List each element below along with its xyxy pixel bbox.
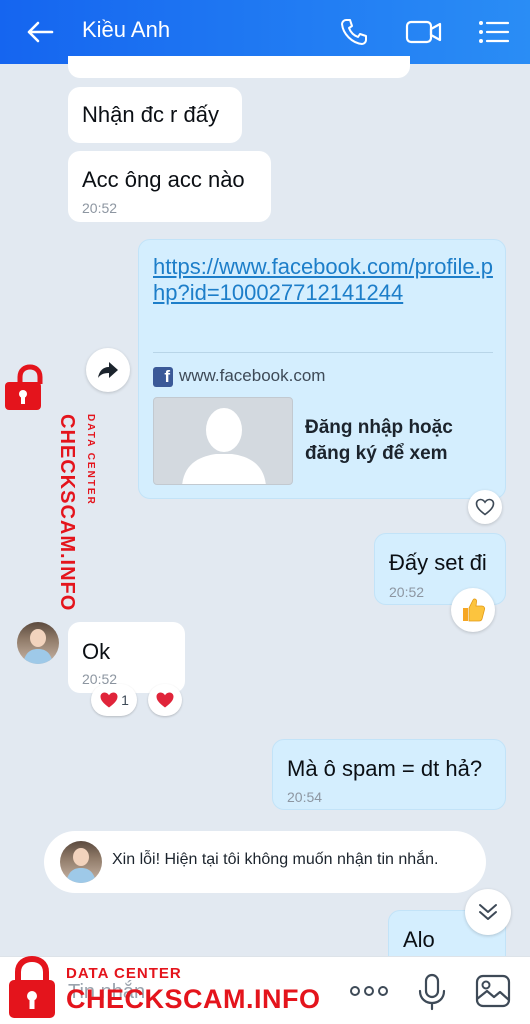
notice-text: Xin lỗi! Hiện tại tôi không muốn nhận ti… (112, 851, 439, 868)
facebook-icon: f (153, 367, 173, 387)
share-arrow-icon (98, 362, 118, 378)
notice-avatar (60, 841, 102, 883)
previous-message-bubble[interactable] (68, 56, 410, 78)
card-divider (153, 352, 493, 353)
call-button[interactable] (334, 12, 374, 52)
link-title: Đăng nhập hoặc đăng ký để xem (305, 417, 453, 464)
image-button[interactable] (474, 973, 512, 1009)
video-call-button[interactable] (404, 12, 444, 52)
profile-placeholder-icon (182, 408, 266, 484)
image-gallery-icon (475, 974, 511, 1008)
blocked-notice: Xin lỗi! Hiện tại tôi không muốn nhận ti… (44, 831, 486, 893)
menu-button[interactable] (474, 12, 514, 52)
voice-button[interactable] (416, 973, 448, 1011)
message-text: Ok (82, 639, 111, 664)
double-chevron-down-icon (479, 904, 497, 920)
padlock-logo-icon (9, 956, 55, 1018)
menu-list-icon (479, 21, 510, 43)
message-text: Mà ô spam = dt hả? (287, 756, 483, 781)
watermark-big-text: CHECKSCAM.INFO (66, 984, 321, 1014)
back-button[interactable] (20, 12, 60, 52)
message-link[interactable]: https://www.facebook.com/profile.php?id=… (153, 254, 493, 306)
back-arrow-icon (27, 21, 54, 43)
message-time: 20:52 (82, 200, 118, 216)
reaction-count: 1 (121, 692, 129, 708)
message-bubble[interactable]: Acc ông acc nào 20:52 (68, 151, 271, 222)
heart-icon (100, 692, 118, 708)
link-domain: www.facebook.com (179, 366, 326, 385)
thumbs-up-icon (463, 598, 486, 622)
message-bubble[interactable]: Nhận đc r đấy (68, 87, 242, 143)
more-options-button[interactable] (348, 977, 392, 1005)
message-time: 20:54 (287, 789, 323, 805)
contact-avatar[interactable] (17, 622, 59, 664)
watermark-big-text: CHECKSCAM.INFO (56, 414, 78, 612)
chat-header: Kiều Anh (0, 0, 530, 64)
link-preview-bubble[interactable]: https://www.facebook.com/profile.php?id=… (138, 239, 506, 499)
contact-name[interactable]: Kiều Anh (82, 17, 170, 43)
message-bubble[interactable]: Ok 20:52 (68, 622, 185, 693)
heart-react-button[interactable] (148, 684, 182, 716)
video-call-icon (405, 20, 442, 44)
react-button[interactable] (468, 490, 502, 524)
phone-icon (341, 19, 367, 45)
more-dots-icon (350, 986, 388, 996)
scroll-to-bottom-button[interactable] (465, 889, 511, 935)
avatar-photo (66, 848, 96, 883)
watermark-bottom: DATA CENTER CHECKSCAM.INFO (0, 956, 320, 1024)
message-text: Alo (403, 927, 435, 952)
link-thumbnail[interactable] (153, 397, 293, 485)
reaction-count-pill[interactable]: 1 (91, 684, 137, 716)
heart-icon (156, 692, 174, 708)
watermark-small-text: DATA CENTER (85, 414, 96, 506)
message-text: Acc ông acc nào (82, 167, 245, 192)
padlock-logo-icon (5, 364, 43, 410)
message-bubble[interactable]: Mà ô spam = dt hả? 20:54 (272, 739, 506, 810)
watermark-side: DATA CENTER CHECKSCAM.INFO (0, 362, 96, 622)
microphone-icon (418, 973, 446, 1011)
watermark-small-text: DATA CENTER (66, 965, 182, 982)
message-text: Đấy set đi (389, 550, 487, 575)
message-text: Nhận đc r đấy (82, 102, 219, 127)
avatar-photo (23, 629, 53, 664)
forward-button[interactable] (86, 348, 130, 392)
message-time: 20:52 (389, 584, 425, 600)
heart-outline-icon (475, 498, 495, 516)
reaction-badge[interactable] (451, 588, 495, 632)
